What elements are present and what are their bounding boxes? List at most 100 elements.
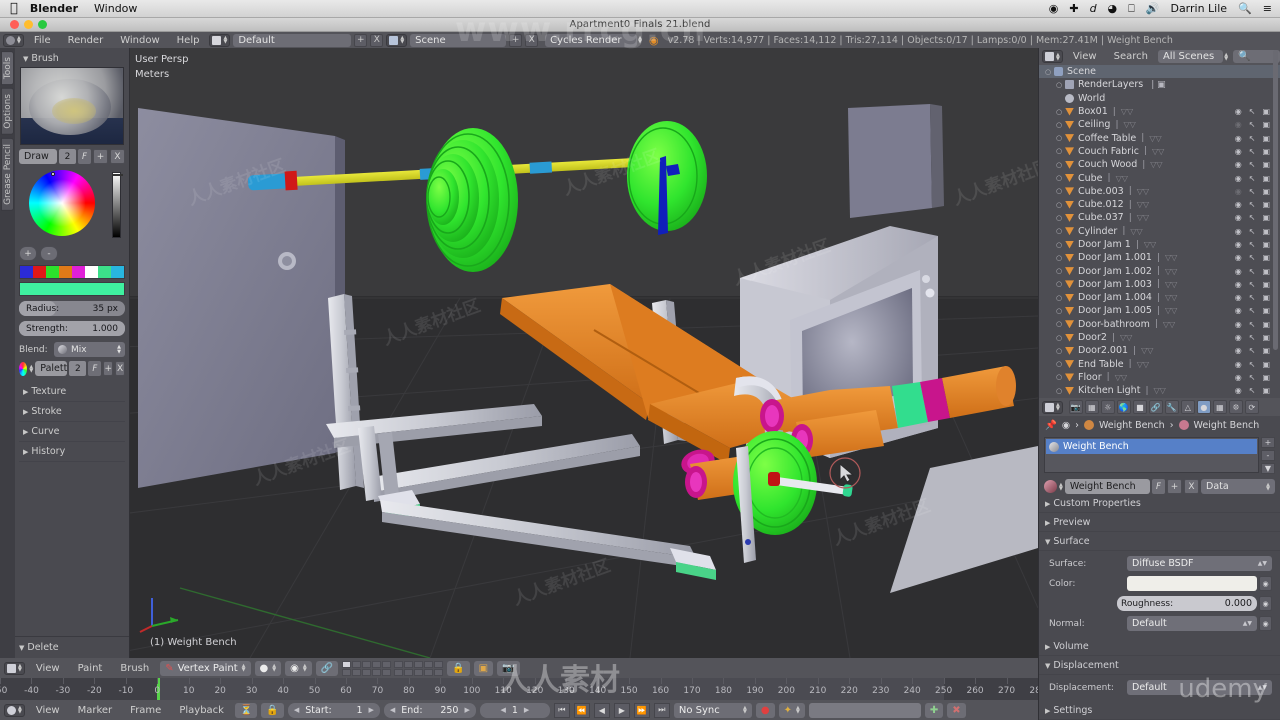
sync-mode-dropdown[interactable]: No Sync ▲ ▼ [673, 702, 752, 718]
render-tab-icon[interactable]: 📷 [1068, 400, 1083, 414]
menu-render[interactable]: Render [61, 35, 111, 46]
jump-to-start-icon[interactable]: ⏮ [553, 702, 570, 718]
record-icon[interactable]: ● [755, 702, 775, 718]
color-wheel-icon[interactable] [29, 170, 95, 236]
preview-range-icon[interactable]: ⏳ [234, 702, 258, 718]
outliner-expand-toggle[interactable]: ○ [1056, 108, 1065, 116]
renderability-camera-icon[interactable]: ▣ [1262, 134, 1270, 143]
renderability-camera-icon[interactable]: ▣ [1262, 227, 1270, 236]
next-keyframe-icon[interactable]: ⏩ [633, 702, 650, 718]
selectability-cursor-icon[interactable]: ↖ [1249, 134, 1256, 143]
add-swatch-button[interactable]: + [19, 246, 37, 261]
renderability-camera-icon[interactable]: ▣ [1262, 373, 1270, 382]
palette-users-count[interactable]: 2 [69, 361, 87, 376]
outliner-row[interactable]: ○ Coffee Table | ▽▽ ◉ ↖ ▣ [1039, 131, 1280, 144]
selectability-cursor-icon[interactable]: ↖ [1249, 200, 1256, 209]
outliner-expand-toggle[interactable]: ○ [1056, 280, 1065, 288]
brush-new-button[interactable]: + [93, 149, 108, 164]
viewport-shading-dropdown[interactable]: ● ▲ ▼ [254, 660, 282, 676]
outliner-display-mode-icon[interactable]: ▲ ▼ [1042, 50, 1063, 63]
chevron-right-icon[interactable]: ▶ [368, 706, 373, 714]
visibility-eye-icon[interactable]: ◉ [1235, 240, 1242, 249]
render-view-icon[interactable]: ▣ [473, 660, 494, 676]
visibility-eye-icon[interactable]: ◉ [1235, 267, 1242, 276]
outliner-row[interactable]: ○ End Table | ▽▽ ◉ ↖ ▣ [1039, 358, 1280, 371]
selectability-cursor-icon[interactable]: ↖ [1249, 174, 1256, 183]
panel-texture[interactable]: ▶ Texture [19, 382, 125, 402]
outliner-expand-toggle[interactable]: ○ [1056, 81, 1065, 89]
renderability-camera-icon[interactable]: ▣ [1262, 120, 1270, 129]
play-icon[interactable]: ▶ [613, 702, 630, 718]
timeline-menu-view[interactable]: View [29, 705, 67, 716]
brush-panel-header[interactable]: ▼ Brush [19, 51, 125, 67]
outliner-row[interactable]: ○ Door2 | ▽▽ ◉ ↖ ▣ [1039, 331, 1280, 344]
tab-options[interactable]: Options [1, 88, 14, 135]
outliner-expand-toggle[interactable]: ○ [1056, 387, 1065, 395]
screen-layout-icon[interactable]: ▲ ▼ [209, 33, 231, 47]
properties-editor-icon[interactable]: ▲ ▼ [1042, 400, 1063, 414]
selectability-cursor-icon[interactable]: ↖ [1249, 187, 1256, 196]
timeline-menu-playback[interactable]: Playback [172, 705, 231, 716]
renderability-camera-icon[interactable]: ▣ [1262, 306, 1270, 315]
outliner-row[interactable]: ○ Scene [1039, 65, 1280, 79]
material-new-button[interactable]: + [1167, 479, 1182, 494]
add-keyframe-icon[interactable]: ✚ [924, 702, 944, 718]
visibility-eye-icon[interactable]: ◉ [1235, 107, 1242, 116]
airplay-icon[interactable]: ⎕ [1128, 2, 1135, 16]
render-layers-tab-icon[interactable]: ▦ [1084, 400, 1099, 414]
material-name-field[interactable]: Weight Bench [1064, 479, 1150, 494]
section-volume[interactable]: ▶ Volume [1039, 637, 1280, 656]
add-screen-layout-button[interactable]: + [354, 33, 368, 47]
visibility-eye-icon[interactable]: ◉ [1235, 346, 1242, 355]
outliner-row[interactable]: ○ Couch Wood | ▽▽ ◉ ↖ ▣ [1039, 158, 1280, 171]
3d-view-editor-icon[interactable]: ▲ ▼ [4, 661, 25, 675]
texture-tab-icon[interactable]: ▦ [1212, 400, 1227, 414]
constraints-tab-icon[interactable]: 🔗 [1148, 400, 1163, 414]
chevron-right-icon[interactable]: ▶ [524, 706, 529, 714]
selectability-cursor-icon[interactable]: ↖ [1249, 120, 1256, 129]
outliner-menu-view[interactable]: View [1066, 51, 1104, 62]
surface-roughness-link-button[interactable]: ◉ [1259, 596, 1272, 611]
surface-color-swatch[interactable] [1127, 576, 1257, 591]
outliner-row[interactable]: ○ Door2.001 | ▽▽ ◉ ↖ ▣ [1039, 344, 1280, 357]
selectability-cursor-icon[interactable]: ↖ [1249, 373, 1256, 382]
visibility-eye-icon[interactable]: ◉ [1235, 386, 1242, 395]
palette-browse-icon[interactable]: ▲ ▼ [29, 364, 33, 373]
renderability-camera-icon[interactable]: ▣ [1262, 174, 1270, 183]
outliner-expand-toggle[interactable]: ○ [1056, 360, 1065, 368]
palette-swatch-4[interactable] [72, 266, 85, 278]
tab-tools[interactable]: Tools [1, 51, 14, 86]
outliner-expand-toggle[interactable]: ○ [1056, 373, 1065, 381]
palette-name-field[interactable]: Palett [35, 361, 68, 376]
material-slot-list[interactable]: Weight Bench [1044, 437, 1259, 473]
radius-slider[interactable]: Radius: 35 px [19, 301, 125, 316]
scene-icon[interactable]: ▲ ▼ [386, 33, 408, 47]
panel-history[interactable]: ▶ History [19, 442, 125, 462]
app-name-menu[interactable]: Blender [30, 2, 78, 15]
object-tab-icon[interactable]: ■ [1132, 400, 1147, 414]
dropbox-icon[interactable]: ◉ [1049, 2, 1059, 15]
pin-icon[interactable]: 📌 [1045, 420, 1057, 431]
selectability-cursor-icon[interactable]: ↖ [1249, 160, 1256, 169]
renderability-camera-icon[interactable]: ▣ [1262, 240, 1270, 249]
palette-swatch-1[interactable] [33, 266, 46, 278]
blend-mode-dropdown[interactable]: Mix ▲ ▼ [54, 342, 125, 357]
palette-icon[interactable] [19, 361, 28, 376]
palette-new-button[interactable]: + [103, 361, 114, 376]
viewport-menu-paint[interactable]: Paint [71, 663, 110, 674]
material-unlink-button[interactable]: X [1184, 479, 1199, 494]
renderability-camera-icon[interactable]: ▣ [1262, 200, 1270, 209]
menu-window[interactable]: Window [113, 35, 166, 46]
outliner-expand-toggle[interactable]: ○ [1056, 241, 1065, 249]
outliner-expand-toggle[interactable]: ○ [1056, 347, 1065, 355]
outliner-expand-toggle[interactable]: ○ [1056, 174, 1065, 182]
start-frame-field[interactable]: ◀ Start: 1 ▶ [287, 702, 380, 718]
scene-field[interactable]: Scene [410, 33, 507, 47]
palette-swatch-2[interactable] [46, 266, 59, 278]
section-settings[interactable]: ▶ Settings [1039, 701, 1280, 720]
renderability-camera-icon[interactable]: ▣ [1262, 360, 1270, 369]
material-slot-specials-menu[interactable]: ▼ [1261, 463, 1275, 474]
delete-scene-button[interactable]: X [525, 33, 539, 47]
section-custom-properties[interactable]: ▶ Custom Properties [1039, 494, 1280, 513]
search-icon[interactable]: 🔍 [1238, 2, 1252, 15]
